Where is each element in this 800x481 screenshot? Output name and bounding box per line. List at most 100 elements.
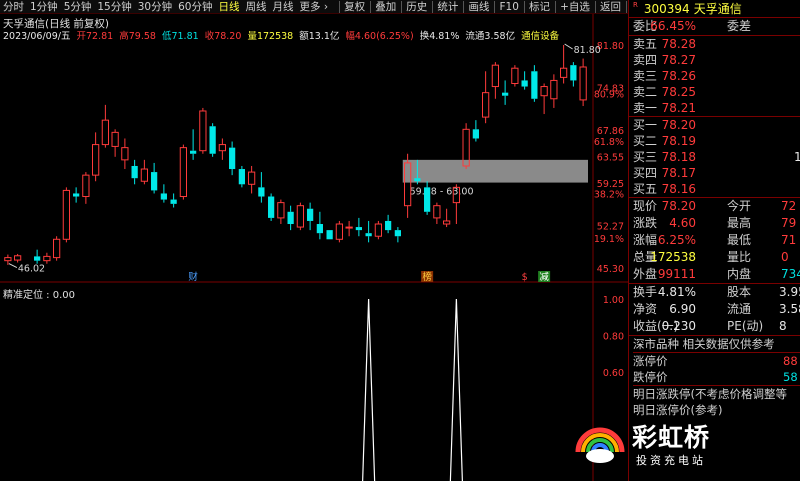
stats-label-2: PE(动) [727, 319, 764, 333]
ohlc-open: 开72.81 [76, 31, 114, 42]
quote-row: 涨跌 4.60 最高 79 [629, 215, 800, 232]
candle-body [491, 64, 499, 88]
ask-label: 卖二 [633, 85, 658, 99]
period-tab-6[interactable]: 日线 [216, 0, 243, 13]
ask-label: 卖三 [633, 69, 658, 83]
quote-row: 外盘99111 内盘 734 [629, 266, 800, 283]
reduce-marker: 减 [539, 271, 549, 283]
candle-body [248, 171, 256, 185]
indicator-axis-label: 0.60 [603, 368, 624, 379]
candle-body [511, 67, 519, 84]
period-tab-8[interactable]: 月线 [270, 0, 297, 13]
period-tab-3[interactable]: 15分钟 [94, 0, 134, 13]
price-axis-label: 52.27 [597, 221, 624, 232]
bid-label: 买五 [633, 182, 658, 196]
candle-body [277, 202, 285, 219]
price-axis-label: 59.25 [597, 179, 624, 190]
tool-button-0[interactable]: 复权 [341, 0, 368, 13]
ask-level-4[interactable]: 卖四 78.27 [629, 52, 800, 68]
bid-price: 78.17 [661, 166, 696, 180]
candle-body [4, 257, 12, 262]
tool-button-6[interactable]: 标记 [526, 0, 553, 13]
candle-body [385, 220, 392, 231]
bid-level-1[interactable]: 买一 78.20 [629, 117, 800, 133]
price-axis-label: 38.2% [594, 189, 624, 200]
quote-value-2: 734 [781, 267, 800, 281]
tool-button-5[interactable]: F10 [497, 0, 522, 13]
bid-level-2[interactable]: 买二 78.19 [629, 133, 800, 149]
stats-value-2: 3.58 [779, 302, 800, 316]
candle-body [433, 205, 441, 219]
candle-body [258, 187, 265, 197]
period-tab-5[interactable]: 60分钟 [175, 0, 215, 13]
ask-level-5[interactable]: 卖五 78.28 [629, 36, 800, 52]
price-axis-label: 67.86 [597, 126, 624, 137]
tool-button-8[interactable]: 返回 [597, 0, 624, 13]
limit-up-row: 涨停价 88 [633, 353, 800, 369]
period-tab-0[interactable]: 分时 [0, 0, 27, 13]
bid-level-5[interactable]: 买五 78.16 [629, 181, 800, 197]
candle-body [550, 79, 558, 100]
stats-value: 4.81% [657, 285, 696, 299]
stats-label-2: 流通 [727, 302, 752, 316]
ohlc-sector[interactable]: 通信设备 [521, 31, 559, 42]
kline-chart[interactable]: 81.8074.8380.9%67.8661.8%63.5559.2538.2%… [0, 14, 628, 481]
ask-level-2[interactable]: 卖二 78.25 [629, 84, 800, 100]
tool-button-3[interactable]: 统计 [434, 0, 461, 13]
candle-body [14, 255, 22, 261]
bid-level-3[interactable]: 买三78.18 1 [629, 149, 800, 165]
candle-body [199, 110, 207, 152]
kline-chart-area[interactable]: 81.80 74.83 80.9% 67.86 61.8% 63.55 59.25 38.2%… [0, 14, 628, 481]
bid-level-4[interactable]: 买四 78.17 [629, 165, 800, 181]
tool-button-7[interactable]: +自选 [557, 0, 593, 13]
ask-label: 卖四 [633, 53, 658, 67]
candle-body [540, 86, 548, 97]
period-tab-1[interactable]: 1分钟 [27, 0, 61, 13]
candle-body [326, 230, 333, 240]
bid-book: 买一78.20买二78.19买三78.181买四78.17买五78.16 [629, 117, 800, 197]
candle-body [570, 65, 577, 81]
candle-body [53, 238, 61, 259]
quote-label-2: 最高 [727, 216, 752, 230]
candle-body [151, 172, 158, 191]
market-note: 深市品种 相关数据仅供参考 [633, 337, 775, 351]
price-axis-label: 63.55 [597, 153, 624, 164]
watermark-subtitle: 投资充电站 [636, 454, 706, 467]
quote-label-2: 今开 [727, 199, 752, 213]
ohlc-date: 2023/06/09/五 [3, 31, 71, 42]
quote-value: 172538 [650, 250, 696, 264]
stock-header: R 300394 天孚通信 [629, 0, 800, 18]
period-tab-2[interactable]: 5分钟 [61, 0, 95, 13]
candle-body [34, 256, 41, 261]
ask-level-1[interactable]: 卖一 78.21 [629, 100, 800, 116]
candle-body [316, 224, 323, 234]
ohlc-volume: 量172538 [247, 31, 294, 42]
limit-down-row: 跌停价 58 [633, 369, 800, 385]
realtime-badge: R [633, 0, 638, 9]
period-tab-4[interactable]: 30分钟 [135, 0, 175, 13]
candle-body [374, 223, 382, 237]
period-tab-7[interactable]: 周线 [243, 0, 270, 13]
candle-body [238, 169, 245, 185]
bid-label: 买二 [633, 134, 658, 148]
tool-button-1[interactable]: 叠加 [372, 0, 399, 13]
candle-body [43, 255, 51, 262]
ask-price: 78.21 [661, 101, 696, 115]
candle-body [424, 187, 431, 212]
quote-value-2: 72 [781, 199, 797, 213]
quote-label: 现价 [633, 199, 658, 213]
ask-book: 卖五 78.28 卖四 78.27 卖三 78.26 卖二 78.25 卖一 78.21 [629, 36, 800, 116]
candle-body [414, 178, 421, 182]
ask-level-3[interactable]: 卖三 78.26 [629, 68, 800, 84]
candle-body [335, 223, 343, 240]
period-tab-9[interactable]: 更多 › [297, 0, 332, 13]
bid-price: 78.18 [661, 150, 696, 164]
support-zone-box [402, 159, 588, 183]
quote-value-2: 0 [781, 250, 789, 264]
tool-button-2[interactable]: 历史 [403, 0, 430, 13]
stats-row: 净资 6.90 流通 3.58 [629, 301, 800, 318]
tool-button-4[interactable]: 画线 [465, 0, 492, 13]
limit-down-value: 58 [783, 370, 798, 384]
stock-name: 天孚通信 [693, 2, 742, 16]
ohlc-amount: 额13.1亿 [299, 31, 340, 42]
